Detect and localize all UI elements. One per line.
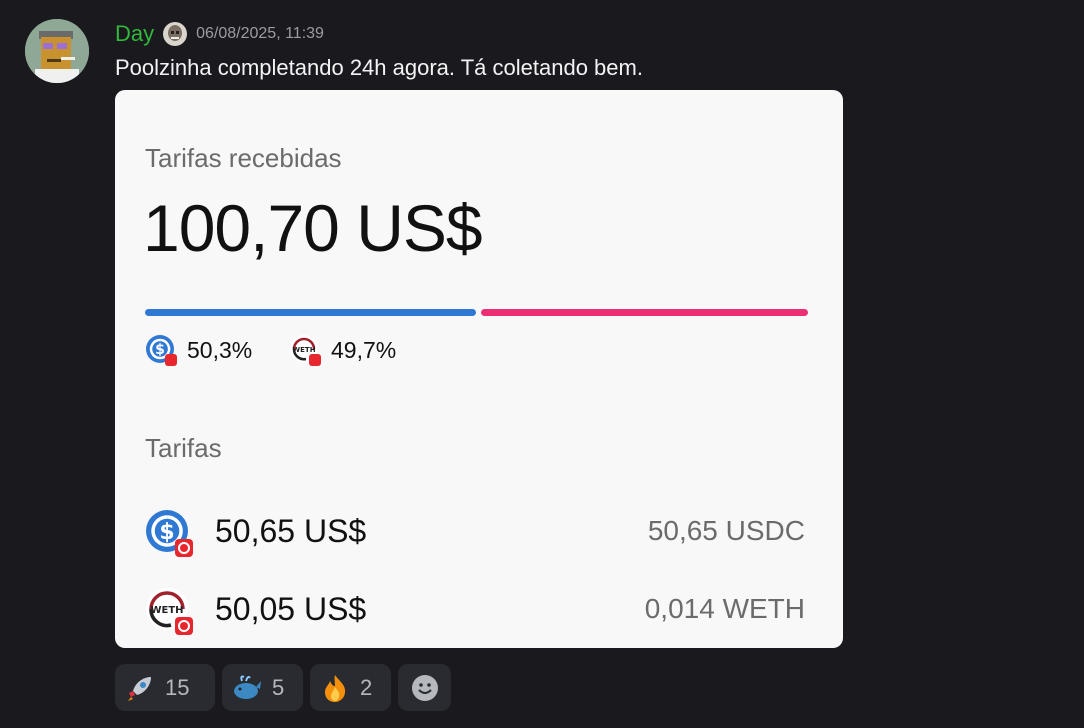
reactions-bar: 15 5 2 [115, 664, 451, 711]
weth-icon: WETH [289, 334, 321, 366]
svg-text:WETH: WETH [150, 605, 183, 616]
fee-token-amount: 0,014 WETH [644, 593, 805, 624]
fee-row-usdc: $ 50,65 US$ 50,65 USDC [145, 507, 805, 557]
weth-share: WETH 49,7% [289, 334, 396, 366]
reaction-count: 2 [360, 674, 373, 700]
server-tag-icon[interactable] [162, 21, 188, 47]
weth-icon: WETH [145, 587, 193, 635]
message-timestamp: 06/08/2025, 11:39 [196, 25, 324, 42]
fees-screenshot-card[interactable]: Tarifas recebidas 100,70 US$ $ 50,3% WET… [115, 90, 843, 648]
fees-received-total: 100,70 US$ [143, 191, 483, 265]
username[interactable]: Day [115, 21, 154, 47]
fee-row-weth: WETH 50,05 US$ 0,014 WETH [145, 585, 805, 635]
reaction-whale[interactable]: 5 [222, 664, 303, 711]
usdc-share-bar [145, 309, 476, 316]
whale-emoji [232, 673, 262, 703]
add-reaction-button[interactable] [398, 664, 451, 711]
avatar[interactable] [25, 19, 89, 83]
rocket-emoji [125, 673, 155, 703]
usdc-icon: $ [145, 509, 193, 557]
usdc-share: $ 50,3% [145, 334, 252, 366]
smiley-add-reaction-icon [410, 673, 440, 703]
fees-section-label: Tarifas [145, 433, 222, 463]
fee-usd-value: 50,05 US$ [215, 591, 367, 627]
weth-share-percent: 49,7% [331, 336, 397, 363]
usdc-icon: $ [145, 334, 177, 366]
svg-text:$: $ [155, 342, 165, 358]
fee-token-amount: 50,65 USDC [647, 515, 805, 546]
pixel-avatar-icon [25, 19, 89, 83]
fire-emoji [320, 673, 350, 703]
reaction-count: 5 [272, 674, 285, 700]
reaction-fire[interactable]: 2 [310, 664, 391, 711]
svg-text:WETH: WETH [292, 346, 315, 354]
reaction-count: 15 [165, 674, 190, 700]
weth-share-bar [481, 309, 808, 316]
reaction-rocket[interactable]: 15 [115, 664, 215, 711]
fees-received-label: Tarifas recebidas [145, 143, 342, 173]
usdc-share-percent: 50,3% [187, 336, 253, 363]
fee-usd-value: 50,65 US$ [215, 513, 367, 549]
svg-text:$: $ [159, 520, 174, 545]
message-text: Poolzinha completando 24h agora. Tá cole… [115, 55, 643, 80]
